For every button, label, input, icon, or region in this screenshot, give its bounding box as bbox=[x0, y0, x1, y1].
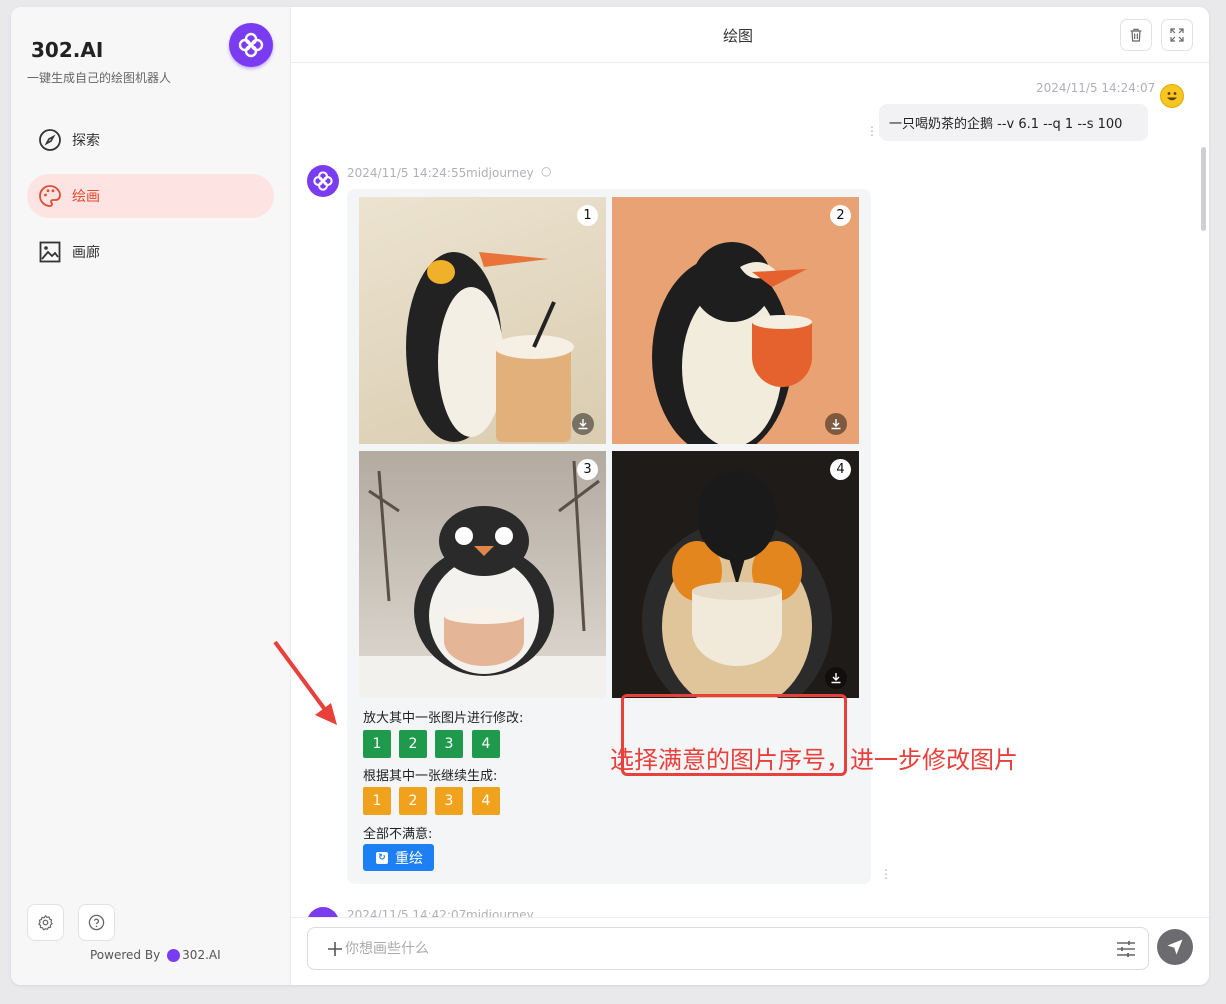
variation-button-4[interactable]: 4 bbox=[472, 787, 500, 815]
upscale-label: 放大其中一张图片进行修改: bbox=[363, 711, 524, 726]
scrollbar[interactable] bbox=[1201, 147, 1206, 231]
upscale-button-3[interactable]: 3 bbox=[435, 730, 463, 758]
help-button[interactable] bbox=[78, 904, 115, 941]
prompt-box bbox=[307, 927, 1149, 970]
sidebar-item-label: 绘画 bbox=[72, 189, 100, 205]
help-icon bbox=[88, 914, 105, 931]
prompt-input[interactable] bbox=[345, 928, 1105, 969]
upscale-button-2[interactable]: 2 bbox=[399, 730, 427, 758]
variation-label: 根据其中一张继续生成: bbox=[363, 769, 498, 784]
settings-sliders-icon[interactable] bbox=[1116, 940, 1136, 958]
powered-by-brand[interactable]: 302.AI bbox=[182, 948, 220, 962]
upscale-button-1[interactable]: 1 bbox=[363, 730, 391, 758]
sidebar-item-label: 画廊 bbox=[72, 245, 100, 261]
download-icon[interactable] bbox=[825, 413, 847, 435]
user-message: 一只喝奶茶的企鹅 --v 6.1 --q 1 --s 100 bbox=[879, 104, 1148, 141]
none-satisfied-label: 全部不满意: bbox=[363, 827, 433, 842]
penguin-image-2 bbox=[652, 242, 812, 444]
app-window: 302.AI 一键生成自己的绘图机器人 探索 绘画 画廊 Powered By … bbox=[11, 7, 1209, 985]
user-avatar-smiley-icon bbox=[1160, 84, 1184, 108]
tile-number: 3 bbox=[577, 459, 598, 480]
annotation-text: 选择满意的图片序号，进一步修改图片 bbox=[610, 746, 1018, 774]
page-title: 绘图 bbox=[722, 27, 753, 45]
tile-number: 2 bbox=[830, 205, 851, 226]
tile-number: 4 bbox=[830, 459, 851, 480]
message-more-icon[interactable]: ⋮ bbox=[866, 125, 878, 137]
penguin-image-4 bbox=[642, 471, 832, 698]
sidebar-item-label: 探索 bbox=[72, 133, 100, 149]
variation-button-3[interactable]: 3 bbox=[435, 787, 463, 815]
penguin-image-3 bbox=[359, 460, 606, 698]
powered-by-label: Powered By bbox=[90, 948, 161, 962]
variation-button-2[interactable]: 2 bbox=[399, 787, 427, 815]
redraw-label: 重绘 bbox=[395, 850, 423, 867]
brand-logo-icon bbox=[229, 23, 273, 67]
download-icon[interactable] bbox=[825, 667, 847, 689]
plus-icon[interactable] bbox=[326, 940, 344, 958]
brand-logo-small-icon bbox=[167, 948, 181, 962]
image-icon bbox=[38, 240, 62, 264]
main-panel: 绘图 2024/11/5 14:24:07 ⋮ 一只喝奶茶的企鹅 --v 6.1… bbox=[273, 7, 1209, 985]
user-message-time: 2024/11/5 14:24:07 bbox=[1036, 81, 1156, 95]
annotation-arrow-icon bbox=[273, 640, 337, 725]
download-icon[interactable] bbox=[572, 413, 594, 435]
settings-button[interactable] bbox=[27, 904, 64, 941]
image-tile-1[interactable]: 1 bbox=[359, 197, 606, 444]
sidebar-item-gallery[interactable]: 画廊 bbox=[27, 230, 274, 274]
image-tile-4[interactable]: 4 bbox=[612, 451, 859, 698]
message-more-icon[interactable]: ⋮ bbox=[880, 868, 892, 880]
tile-number: 1 bbox=[577, 205, 598, 226]
refresh-icon: ↻ bbox=[376, 851, 388, 864]
result-card: 1 2 3 4 放大其中一张图片进行修改: 1 2 3 4 根据其中一张继续生成… bbox=[347, 189, 871, 884]
bot-avatar bbox=[307, 165, 339, 197]
refresh-small-icon[interactable]: ○ bbox=[541, 164, 551, 178]
trash-icon bbox=[1130, 28, 1142, 42]
palette-icon bbox=[38, 184, 62, 208]
header: 绘图 bbox=[291, 7, 1209, 63]
input-area bbox=[291, 917, 1209, 985]
sidebar-item-explore[interactable]: 探索 bbox=[27, 118, 274, 162]
clear-button[interactable] bbox=[1120, 19, 1152, 51]
bot-model-name: midjourney bbox=[466, 166, 534, 180]
redraw-button[interactable]: ↻ 重绘 bbox=[363, 844, 434, 871]
image-tile-3[interactable]: 3 bbox=[359, 451, 606, 698]
variation-button-1[interactable]: 1 bbox=[363, 787, 391, 815]
fullscreen-button[interactable] bbox=[1161, 19, 1193, 51]
powered-by: Powered By 302.AI bbox=[90, 948, 221, 962]
compass-icon bbox=[38, 128, 62, 152]
bot-message-time: 2024/11/5 14:24:55 bbox=[347, 166, 467, 180]
send-icon bbox=[1167, 939, 1183, 955]
sidebar-item-draw[interactable]: 绘画 bbox=[27, 174, 274, 218]
brand-name: 302.AI bbox=[31, 38, 104, 62]
send-button[interactable] bbox=[1157, 929, 1193, 965]
upscale-button-4[interactable]: 4 bbox=[472, 730, 500, 758]
expand-icon bbox=[1170, 28, 1184, 42]
sidebar: 302.AI 一键生成自己的绘图机器人 探索 绘画 画廊 Powered By … bbox=[11, 7, 291, 985]
gear-icon bbox=[38, 914, 53, 931]
image-tile-2[interactable]: 2 bbox=[612, 197, 859, 444]
penguin-image-1 bbox=[406, 252, 574, 442]
brand-subtitle: 一键生成自己的绘图机器人 bbox=[27, 71, 172, 85]
